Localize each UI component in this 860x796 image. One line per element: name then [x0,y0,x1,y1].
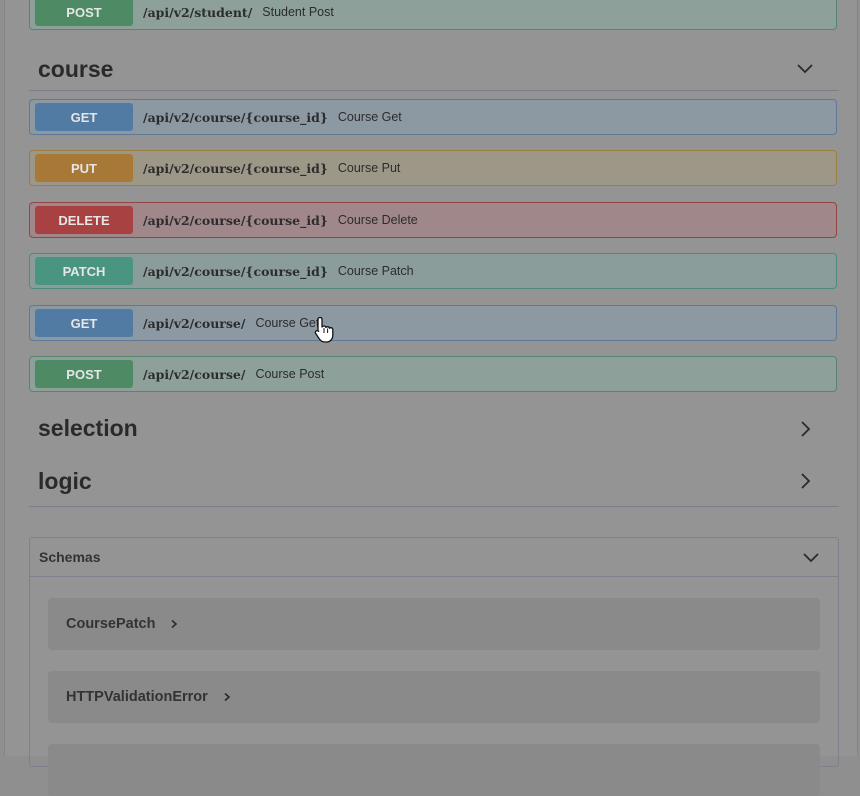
tag-divider [29,506,839,507]
operation-get-course-list[interactable]: GET /api/v2/course/ Course Get [29,305,837,341]
method-badge: GET [35,103,133,131]
method-badge: PUT [35,154,133,182]
model-name: HTTPValidationError [66,689,208,705]
operation-path: /api/v2/student/ [143,4,253,20]
hand-pointer-cursor-icon [314,316,334,343]
method-badge: PATCH [35,257,133,285]
schemas-section: Schemas CoursePatch HTTPValidationError [29,537,839,796]
operation-summary: Course Post [255,367,325,381]
operation-post-student[interactable]: POST /api/v2/student/ Student Post [29,0,837,30]
model-name: CoursePatch [66,616,156,632]
operation-summary: Course Get [255,316,320,330]
schema-model-coursepatch[interactable]: CoursePatch [48,598,820,650]
operation-patch-course[interactable]: PATCH /api/v2/course/{course_id} Course … [29,253,837,289]
operation-path: /api/v2/course/ [143,366,246,382]
tag-selection-title[interactable]: selection [38,415,138,442]
chevron-down-icon[interactable] [796,60,814,78]
operation-summary: Course Get [337,110,402,124]
operation-summary: Course Delete [337,213,418,227]
schemas-title: Schemas [39,549,101,565]
schema-model[interactable] [48,744,820,796]
operation-path: /api/v2/course/{course_id} [143,160,328,176]
chevron-right-icon[interactable] [797,420,815,438]
operation-summary: Course Patch [337,264,414,278]
operation-path: /api/v2/course/{course_id} [143,212,328,228]
operation-get-course-by-id[interactable]: GET /api/v2/course/{course_id} Course Ge… [29,99,837,135]
method-badge: GET [35,309,133,337]
chevron-down-icon[interactable] [802,549,820,567]
method-badge: POST [35,360,133,388]
operation-put-course[interactable]: PUT /api/v2/course/{course_id} Course Pu… [29,150,837,186]
tag-course-title[interactable]: course [38,56,113,83]
tag-divider [29,90,839,91]
method-badge: POST [35,0,133,26]
operation-summary: Student Post [262,5,334,19]
method-badge: DELETE [35,206,133,234]
operation-delete-course[interactable]: DELETE /api/v2/course/{course_id} Course… [29,202,837,238]
operation-path: /api/v2/course/ [143,315,246,331]
swagger-page: POST /api/v2/student/ Student Post cours… [4,0,858,796]
chevron-right-icon [224,692,231,702]
tag-logic-title[interactable]: logic [38,468,92,495]
operation-path: /api/v2/course/{course_id} [143,109,328,125]
schema-model-httpvalidationerror[interactable]: HTTPValidationError [48,671,820,723]
operation-post-course[interactable]: POST /api/v2/course/ Course Post [29,356,837,392]
chevron-right-icon [171,619,178,629]
operation-path: /api/v2/course/{course_id} [143,263,328,279]
schemas-header[interactable]: Schemas [30,538,838,577]
chevron-right-icon[interactable] [797,472,815,490]
operation-summary: Course Put [337,161,401,175]
